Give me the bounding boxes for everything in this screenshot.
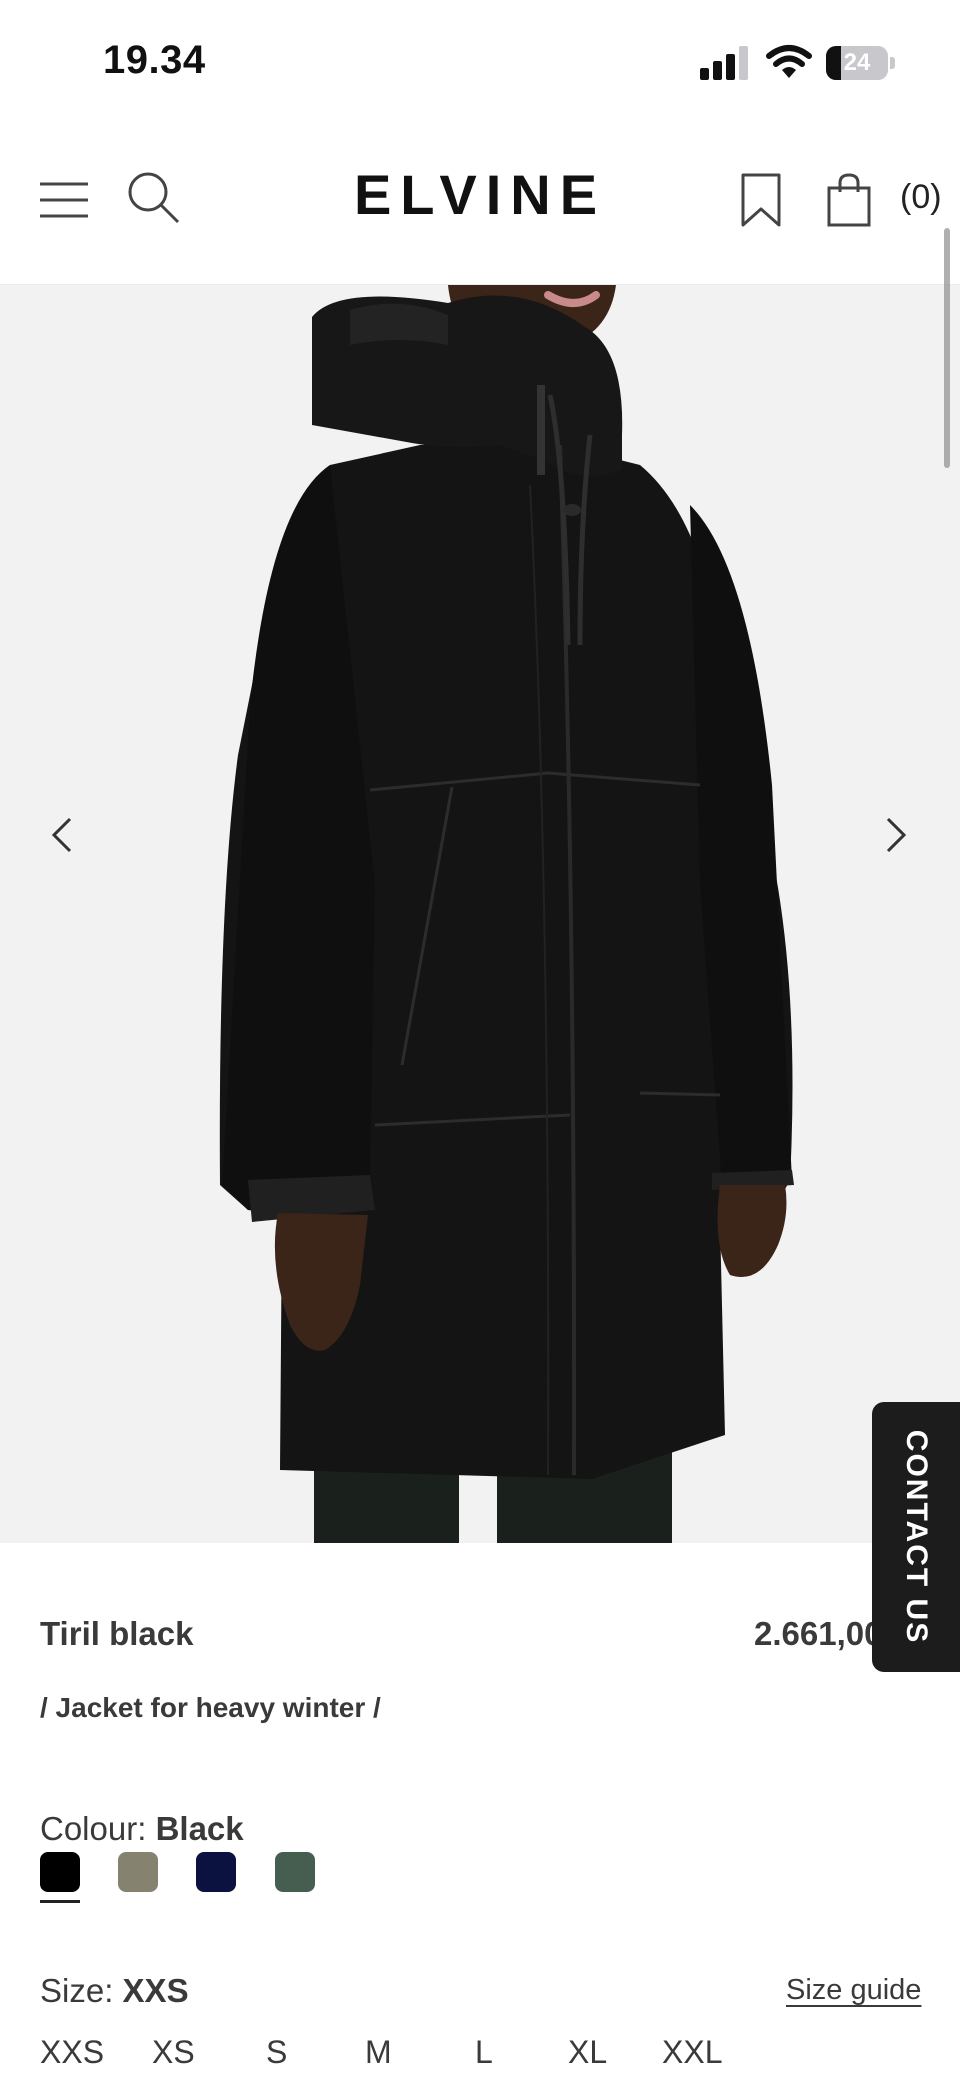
size-option-xs[interactable]: XS	[152, 2034, 195, 2071]
size-options: XXS XS S M L XL XXL	[0, 2034, 960, 2078]
selected-size: XXS	[122, 1972, 189, 2009]
size-option-xxs[interactable]: XXS	[40, 2034, 104, 2071]
size-option-xxl[interactable]: XXL	[662, 2034, 722, 2071]
shopping-bag-icon[interactable]	[826, 172, 872, 228]
size-option-s[interactable]: S	[266, 2034, 287, 2071]
contact-us-label: CONTACT US	[900, 1429, 933, 1645]
product-gallery[interactable]	[0, 285, 960, 1543]
colour-swatch-navy[interactable]	[196, 1852, 236, 1892]
status-time: 19.34	[103, 38, 206, 82]
brand-logo[interactable]: ELVINE	[0, 162, 960, 227]
product-subtitle: / Jacket for heavy winter /	[40, 1692, 381, 1723]
colour-swatch-olive[interactable]	[118, 1852, 158, 1892]
cart-count[interactable]: (0)	[900, 178, 942, 217]
contact-us-button[interactable]: CONTACT US	[872, 1402, 960, 1672]
wifi-icon	[766, 45, 812, 78]
size-label: Size:	[40, 1972, 114, 2009]
size-option-xl[interactable]: XL	[568, 2034, 607, 2071]
site-header: ELVINE (0)	[0, 120, 960, 285]
chevron-left-icon[interactable]	[42, 805, 82, 865]
status-bar: 19.34 24	[0, 0, 960, 120]
size-option-m[interactable]: M	[365, 2034, 392, 2071]
product-name: Tiril black	[40, 1615, 194, 1652]
size-guide-link[interactable]: Size guide	[786, 1974, 921, 2007]
chevron-right-icon[interactable]	[876, 805, 916, 865]
size-option-l[interactable]: L	[475, 2034, 493, 2071]
size-heading: Size: XXS	[40, 1972, 189, 2010]
colour-swatches	[40, 1852, 440, 1912]
battery-icon: 24	[826, 46, 896, 80]
bookmark-icon[interactable]	[740, 172, 782, 228]
page-scrollbar[interactable]	[944, 228, 950, 468]
selected-swatch-indicator	[40, 1900, 80, 1903]
product-image	[219, 285, 794, 1543]
cellular-signal-icon	[700, 46, 748, 80]
product-price: 2.661,00	[754, 1615, 883, 1652]
battery-percent: 24	[843, 49, 871, 76]
selected-colour: Black	[155, 1810, 244, 1847]
colour-heading: Colour: Black	[40, 1810, 244, 1848]
colour-swatch-green[interactable]	[275, 1852, 315, 1892]
colour-swatch-black[interactable]	[40, 1852, 80, 1892]
colour-label: Colour:	[40, 1810, 147, 1847]
